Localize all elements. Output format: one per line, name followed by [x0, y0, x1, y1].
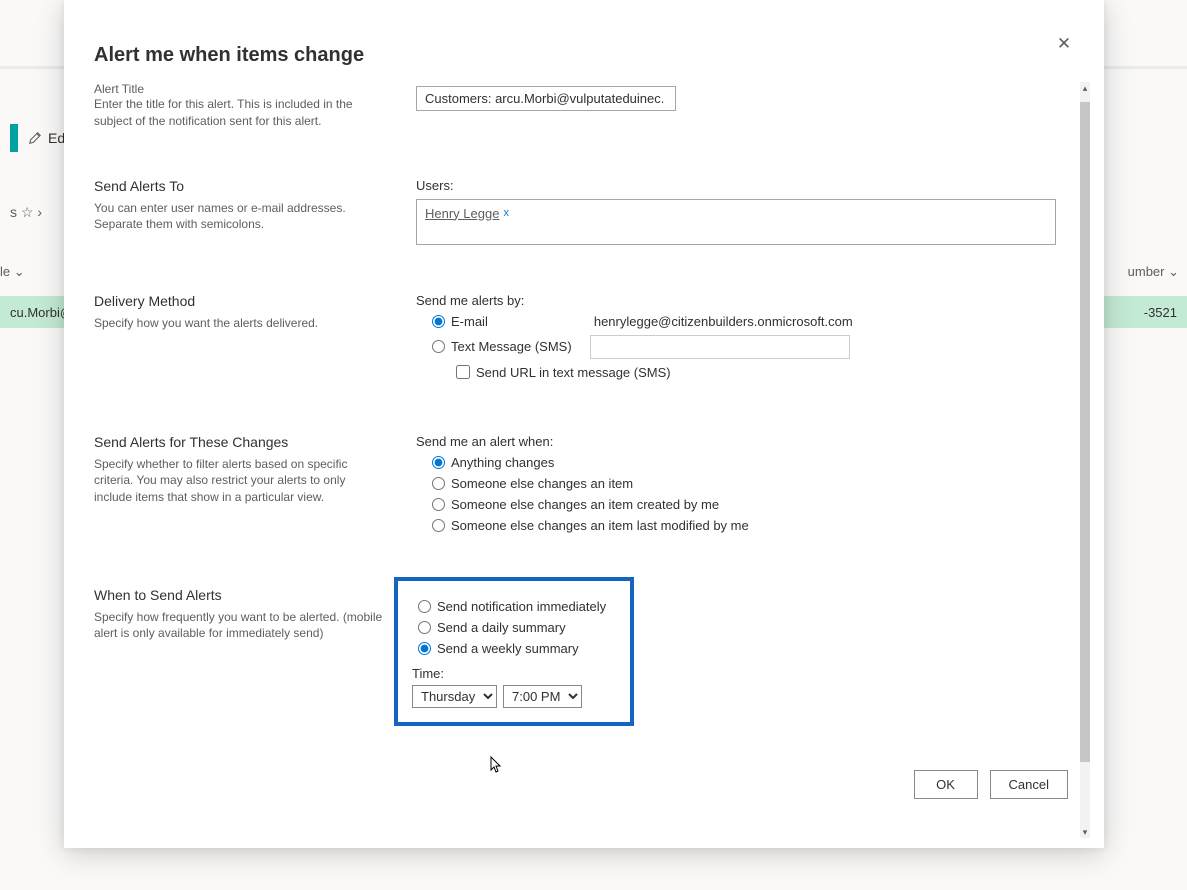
scroll-up-icon[interactable]: ▴ [1080, 82, 1090, 94]
bg-breadcrumb-fragment: s ☆ › [10, 204, 42, 221]
alert-title-input[interactable] [416, 86, 676, 111]
when-title: When to Send Alerts [94, 587, 384, 603]
section-alert-title-desc: Enter the title for this alert. This is … [94, 96, 384, 130]
when-daily-label: Send a daily summary [437, 620, 566, 635]
send-url-checkbox[interactable] [456, 365, 470, 379]
bg-column-fragment-right: umber ⌄ [1128, 264, 1179, 280]
changes-desc: Specify whether to filter alerts based o… [94, 456, 384, 506]
delivery-email-row: E-mail henrylegge@citizenbuilders.onmicr… [432, 314, 1074, 329]
section-when: When to Send Alerts Specify how frequent… [94, 587, 1074, 726]
changes-created-row: Someone else changes an item created by … [432, 497, 1074, 512]
changes-created-label: Someone else changes an item created by … [451, 497, 719, 512]
when-weekly-radio[interactable] [418, 642, 431, 655]
changes-else-label: Someone else changes an item [451, 476, 633, 491]
when-immediate-row: Send notification immediately [418, 599, 616, 614]
delivery-desc: Specify how you want the alerts delivere… [94, 315, 384, 332]
delivery-sms-input[interactable] [590, 335, 850, 359]
dialog-title: Alert me when items change [94, 44, 364, 67]
when-weekly-label: Send a weekly summary [437, 641, 579, 656]
time-label: Time: [412, 666, 616, 681]
ok-button[interactable]: OK [914, 770, 978, 799]
scroll-down-icon[interactable]: ▾ [1080, 826, 1090, 838]
delivery-sms-row: Text Message (SMS) [432, 335, 1074, 359]
section-changes: Send Alerts for These Changes Specify wh… [94, 434, 1074, 539]
cancel-button[interactable]: Cancel [990, 770, 1068, 799]
changes-created-radio[interactable] [432, 498, 445, 511]
delivery-email-label: E-mail [451, 314, 488, 329]
day-select[interactable]: Thursday [412, 685, 497, 708]
bg-teal-bar [10, 124, 18, 152]
section-alert-title: Alert Title Enter the title for this ale… [94, 86, 1074, 130]
send-when-label: Send me an alert when: [416, 434, 1074, 449]
changes-title: Send Alerts for These Changes [94, 434, 384, 450]
users-people-picker[interactable]: Henry Legge x [416, 199, 1056, 245]
changes-modified-radio[interactable] [432, 519, 445, 532]
when-desc: Specify how frequently you want to be al… [94, 609, 384, 643]
bg-row-number-fragment: -3521 [1144, 305, 1177, 320]
when-immediate-radio[interactable] [418, 600, 431, 613]
users-label: Users: [416, 178, 1074, 193]
section-delivery: Delivery Method Specify how you want the… [94, 293, 1074, 386]
section-alert-title-label: Alert Title [94, 82, 384, 96]
changes-modified-row: Someone else changes an item last modifi… [432, 518, 1074, 533]
time-select[interactable]: 7:00 PM [503, 685, 582, 708]
changes-anything-label: Anything changes [451, 455, 554, 470]
send-by-label: Send me alerts by: [416, 293, 1074, 308]
user-chip: Henry Legge x [425, 206, 509, 221]
changes-else-radio[interactable] [432, 477, 445, 490]
scrollbar-track[interactable] [1080, 82, 1090, 838]
changes-anything-radio[interactable] [432, 456, 445, 469]
when-daily-row: Send a daily summary [418, 620, 616, 635]
alert-dialog: ✕ Alert me when items change ▴ ▾ Alert T… [64, 0, 1104, 848]
dialog-footer: OK Cancel [94, 746, 1074, 807]
delivery-title: Delivery Method [94, 293, 384, 309]
dialog-body: Alert Title Enter the title for this ale… [94, 82, 1074, 838]
when-weekly-row: Send a weekly summary [418, 641, 616, 656]
close-button[interactable]: ✕ [1050, 30, 1078, 58]
delivery-sms-label: Text Message (SMS) [451, 339, 572, 354]
when-daily-radio[interactable] [418, 621, 431, 634]
when-highlight-box: Send notification immediately Send a dai… [394, 577, 634, 726]
changes-anything-row: Anything changes [432, 455, 1074, 470]
close-icon: ✕ [1057, 34, 1071, 54]
pencil-icon [28, 131, 42, 145]
delivery-email-value: henrylegge@citizenbuilders.onmicrosoft.c… [594, 314, 853, 329]
bg-column-fragment-left: le ⌄ [0, 264, 25, 280]
scrollbar-thumb[interactable] [1080, 102, 1090, 762]
delivery-email-radio[interactable] [432, 315, 445, 328]
changes-modified-label: Someone else changes an item last modifi… [451, 518, 749, 533]
user-chip-name: Henry Legge [425, 206, 499, 221]
user-chip-remove-icon[interactable]: x [503, 207, 509, 219]
changes-else-row: Someone else changes an item [432, 476, 1074, 491]
send-url-row: Send URL in text message (SMS) [456, 365, 1074, 380]
send-url-label: Send URL in text message (SMS) [476, 365, 671, 380]
delivery-sms-radio[interactable] [432, 340, 445, 353]
section-send-to: Send Alerts To You can enter user names … [94, 178, 1074, 245]
send-to-title: Send Alerts To [94, 178, 384, 194]
send-to-desc: You can enter user names or e-mail addre… [94, 200, 384, 234]
when-immediate-label: Send notification immediately [437, 599, 606, 614]
